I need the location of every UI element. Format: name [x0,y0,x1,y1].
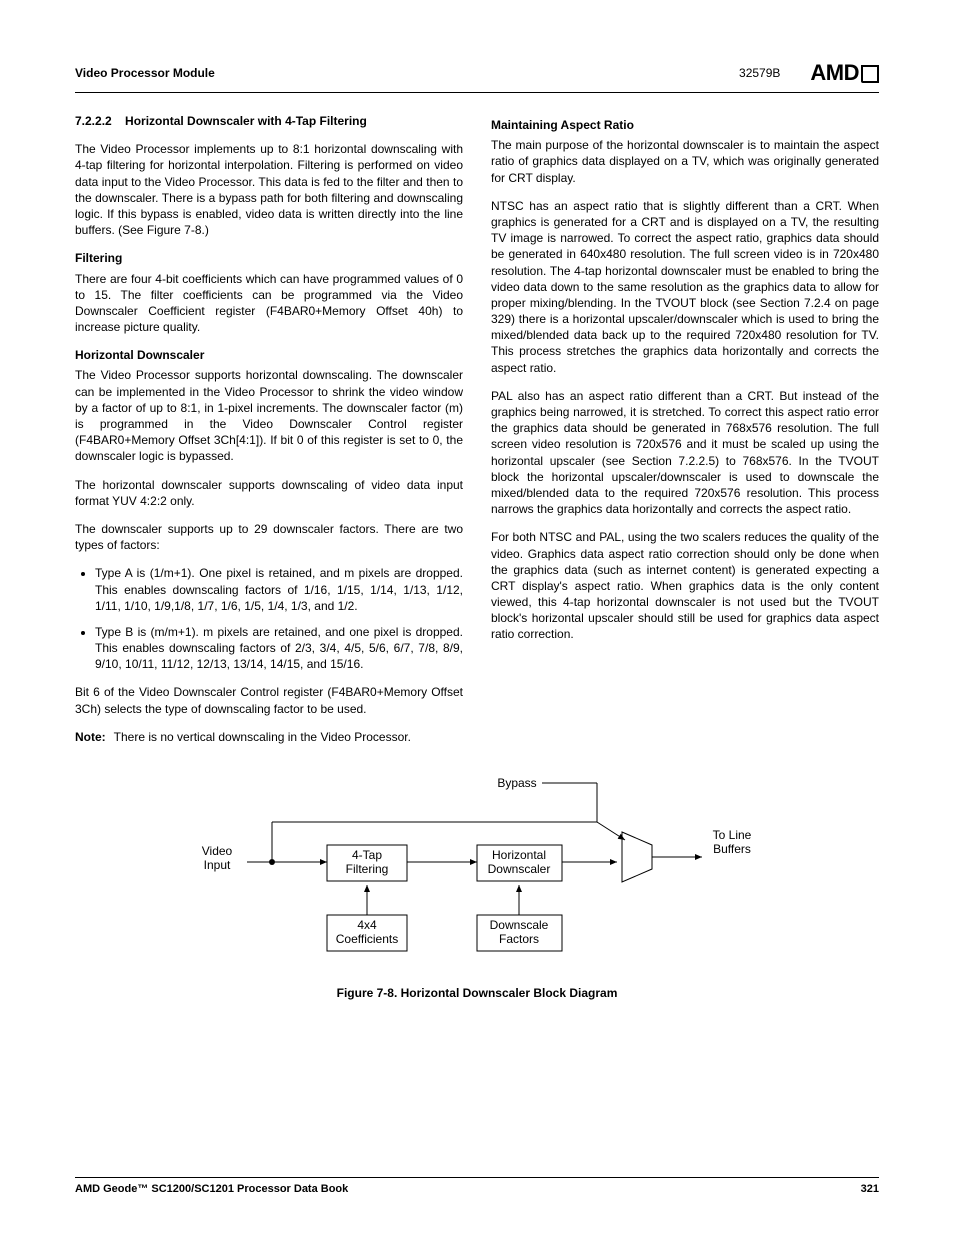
footer-book-title: AMD Geode™ SC1200/SC1201 Processor Data … [75,1183,348,1195]
label-filtering: Filtering [346,862,389,876]
list-item: Type B is (m/m+1). m pixels are retained… [95,624,463,673]
label-horizontal: Horizontal [492,848,546,862]
list-item: Type A is (1/m+1). One pixel is retained… [95,565,463,614]
mux-icon [622,832,652,882]
paragraph: The horizontal downscaler supports downs… [75,477,463,509]
footer-page-number: 321 [861,1183,879,1195]
paragraph: NTSC has an aspect ratio that is slightl… [491,198,879,376]
two-column-layout: 7.2.2.2 Horizontal Downscaler with 4-Tap… [75,113,879,757]
label-to-line: To Line [713,828,752,842]
header-module: Video Processor Module [75,66,215,80]
paragraph: Bit 6 of the Video Downscaler Control re… [75,684,463,716]
label-buffers: Buffers [713,842,751,856]
label-coefficients: Coefficients [336,932,398,946]
note-text: There is no vertical downscaling in the … [114,729,411,745]
label-bypass: Bypass [497,776,536,790]
bullet-list: Type A is (1/m+1). One pixel is retained… [75,565,463,672]
page-header: Video Processor Module 32579B AMD [75,60,879,93]
header-docnum: 32579B [739,66,780,80]
section-number: 7.2.2.2 [75,114,112,128]
paragraph: The Video Processor implements up to 8:1… [75,141,463,238]
amd-logo-text: AMD [810,60,859,86]
paragraph: There are four 4-bit coefficients which … [75,271,463,336]
figure-7-8: Video Input 4-Tap Filtering Horizontal D… [75,767,879,1000]
paragraph: PAL also has an aspect ratio different t… [491,388,879,518]
paragraph: The downscaler supports up to 29 downsca… [75,521,463,553]
label-downscaler: Downscaler [488,862,551,876]
label-input: Input [204,858,231,872]
label-video: Video [202,844,233,858]
amd-logo: AMD [810,60,879,86]
block-diagram: Video Input 4-Tap Filtering Horizontal D… [177,767,777,967]
paragraph: The Video Processor supports horizontal … [75,367,463,464]
right-column: Maintaining Aspect Ratio The main purpos… [491,113,879,757]
section-title: Horizontal Downscaler with 4-Tap Filteri… [125,114,367,128]
figure-caption: Figure 7-8. Horizontal Downscaler Block … [75,986,879,1000]
subheading-horizontal-downscaler: Horizontal Downscaler [75,347,463,363]
amd-logo-icon [861,65,879,83]
label-4x4: 4x4 [357,918,377,932]
note: Note: There is no vertical downscaling i… [75,729,463,745]
left-column: 7.2.2.2 Horizontal Downscaler with 4-Tap… [75,113,463,757]
label-downscale: Downscale [490,918,549,932]
label-factors: Factors [499,932,539,946]
page-footer: AMD Geode™ SC1200/SC1201 Processor Data … [75,1177,879,1195]
label-4tap: 4-Tap [352,848,382,862]
paragraph: The main purpose of the horizontal downs… [491,137,879,186]
subheading-filtering: Filtering [75,250,463,266]
paragraph: For both NTSC and PAL, using the two sca… [491,529,879,642]
note-label: Note: [75,729,106,745]
node-dot [269,859,275,865]
subheading-aspect-ratio: Maintaining Aspect Ratio [491,117,879,133]
